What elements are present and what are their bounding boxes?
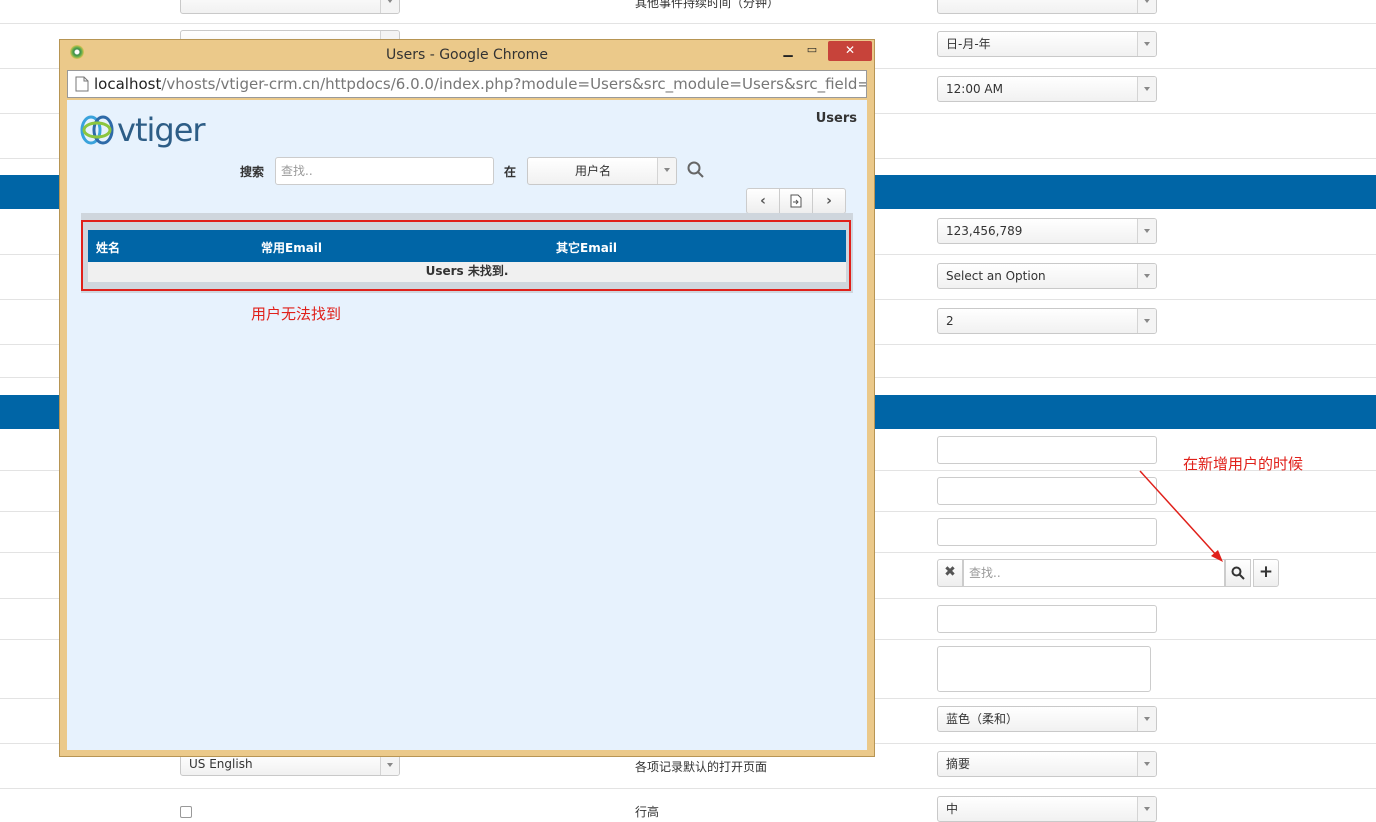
chevron-down-icon: [1137, 219, 1156, 243]
default-page-select[interactable]: 摘要: [937, 751, 1157, 777]
module-label: Users: [815, 111, 857, 126]
jump-page-button[interactable]: [779, 188, 813, 214]
time-format-select[interactable]: 12:00 AM: [937, 76, 1157, 102]
vtiger-logo-icon: [80, 115, 114, 145]
chevron-down-icon: [1137, 752, 1156, 776]
other-event-duration-select[interactable]: [937, 0, 1157, 14]
page-icon: [75, 76, 89, 92]
logo-text: vtiger: [117, 111, 206, 149]
users-popup-window: Users - Google Chrome ▁ ▭ ✕ localhost/vh…: [59, 39, 875, 757]
url-host: localhost: [94, 75, 162, 93]
search-icon[interactable]: [687, 161, 705, 179]
window-title: Users - Google Chrome: [386, 47, 548, 63]
option-select-value: Select an Option: [946, 269, 1046, 283]
chevron-down-icon: [1137, 309, 1156, 333]
default-page-label: 各项记录默认的打开页面: [635, 760, 768, 774]
close-icon[interactable]: ✕: [828, 41, 872, 61]
row-height-value: 中: [946, 802, 959, 816]
popup-content: vtiger Users 搜索 查找.. 在 用户名 ‹ › 姓名 常用Emai…: [67, 100, 867, 750]
chevron-down-icon: [1137, 264, 1156, 288]
highlight-box: [81, 220, 851, 291]
default-page-value: 摘要: [946, 757, 971, 771]
chevron-down-icon: [1137, 0, 1156, 13]
text-field[interactable]: [937, 436, 1157, 464]
decimals-select[interactable]: 2: [937, 308, 1157, 334]
text-field[interactable]: [937, 518, 1157, 546]
add-icon[interactable]: +: [1253, 559, 1279, 587]
maximize-icon[interactable]: ▭: [800, 41, 824, 61]
text-field[interactable]: [937, 605, 1157, 633]
page-jump-icon: [790, 194, 802, 208]
prev-page-button[interactable]: ‹: [746, 188, 780, 214]
vtiger-logo: vtiger: [79, 112, 209, 152]
search-field-value: 用户名: [574, 164, 611, 178]
decimals-value: 2: [946, 314, 954, 328]
top-left-select[interactable]: [180, 0, 400, 14]
number-format-select[interactable]: 123,456,789: [937, 218, 1157, 244]
row-checkbox[interactable]: [180, 806, 192, 818]
url-bar[interactable]: localhost/vhosts/vtiger-crm.cn/httpdocs/…: [67, 70, 867, 98]
url-path: /vhosts/vtiger-crm.cn/httpdocs/6.0.0/ind…: [161, 75, 867, 93]
language-value: US English: [189, 757, 253, 771]
theme-value: 蓝色（柔和）: [946, 712, 1019, 726]
chevron-down-icon: [1137, 77, 1156, 101]
annotation-arrow: [1139, 470, 1223, 562]
next-page-button[interactable]: ›: [812, 188, 846, 214]
chevron-down-icon: [1137, 797, 1156, 821]
option-select[interactable]: Select an Option: [937, 263, 1157, 289]
in-label: 在: [504, 165, 517, 179]
number-format-value: 123,456,789: [946, 224, 1023, 238]
minimize-icon[interactable]: ▁: [776, 41, 800, 61]
date-format-select[interactable]: 日-月-年: [937, 31, 1157, 57]
textarea-field[interactable]: [937, 646, 1151, 692]
search-label: 搜索: [240, 165, 265, 179]
search-field-select[interactable]: 用户名: [527, 157, 677, 185]
search-input[interactable]: 查找..: [275, 157, 494, 185]
date-format-value: 日-月-年: [946, 37, 991, 51]
clear-icon[interactable]: ✖: [937, 559, 963, 587]
chevron-down-icon: [657, 158, 676, 184]
other-event-duration-label: 其他事件持续时间（分钟）: [635, 0, 780, 10]
chevron-down-icon: [1137, 32, 1156, 56]
not-found-annotation: 用户无法找到: [251, 305, 342, 323]
text-field[interactable]: [937, 477, 1157, 505]
chevron-down-icon: [380, 0, 399, 13]
window-titlebar[interactable]: Users - Google Chrome ▁ ▭ ✕: [60, 40, 874, 70]
time-format-value: 12:00 AM: [946, 82, 1003, 96]
chevron-down-icon: [1137, 707, 1156, 731]
row-height-select[interactable]: 中: [937, 796, 1157, 822]
theme-select[interactable]: 蓝色（柔和）: [937, 706, 1157, 732]
